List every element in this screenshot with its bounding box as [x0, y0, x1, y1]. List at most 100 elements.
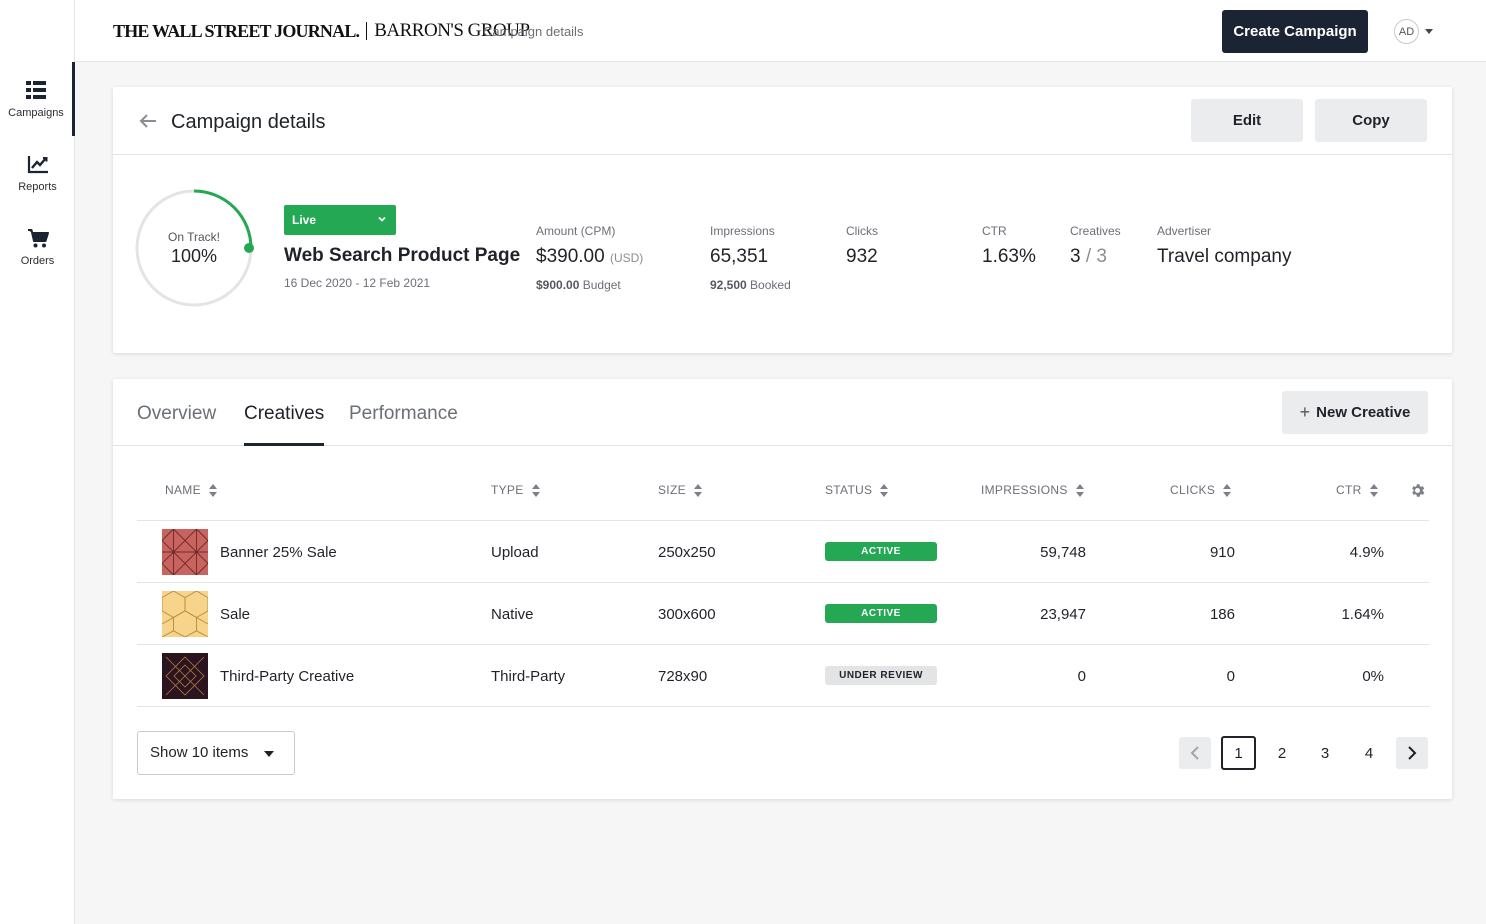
- page-button-3[interactable]: 3: [1309, 737, 1341, 769]
- status-dropdown-label: Live: [292, 213, 317, 227]
- gear-icon[interactable]: [1409, 482, 1426, 499]
- ring-value: 100%: [170, 246, 218, 266]
- sidebar-item-label: Reports: [18, 181, 57, 193]
- page-size-select[interactable]: Show 10 items: [137, 731, 295, 775]
- cell-size: 250x250: [658, 544, 716, 561]
- table-row[interactable]: Sale Native 300x600 ACTIVE 23,947 186 1.…: [137, 583, 1429, 645]
- cell-impressions: 0: [1077, 668, 1086, 685]
- campaign-dates: 16 Dec 2020 - 12 Feb 2021: [284, 276, 431, 290]
- status-badge: ACTIVE: [825, 604, 937, 623]
- active-tab-indicator: [244, 443, 324, 446]
- top-header: THE WALL STREET JOURNAL. BARRON'S GROUP …: [75, 0, 1486, 62]
- page-button-1[interactable]: 1: [1221, 736, 1256, 770]
- create-campaign-button[interactable]: Create Campaign: [1222, 10, 1368, 53]
- tabs-bar: Overview Creatives Performance + New Cre…: [113, 379, 1452, 446]
- column-header-label: CTR: [1336, 483, 1362, 497]
- cell-name: Sale: [220, 606, 251, 623]
- sort-icon: [1075, 483, 1085, 497]
- column-header-status[interactable]: STATUS: [825, 483, 889, 497]
- sort-icon: [693, 483, 703, 497]
- table-divider: [137, 706, 1429, 707]
- stat-value: 65,351: [710, 246, 769, 267]
- stat-label: Impressions: [710, 224, 775, 238]
- creative-thumbnail: [162, 653, 208, 699]
- stat-ctr: CTR 1.63%: [982, 224, 1036, 268]
- table-row[interactable]: Third-Party Creative Third-Party 728x90 …: [137, 645, 1429, 707]
- arrow-left-icon[interactable]: [139, 113, 157, 129]
- stat-label: Creatives: [1070, 224, 1121, 238]
- stat-value: $390.00 (USD): [536, 246, 643, 268]
- booked-value: 92,500: [710, 278, 747, 292]
- stat-advertiser: Advertiser Travel company: [1157, 224, 1291, 268]
- column-header-label: CLICKS: [1170, 483, 1216, 497]
- sort-icon: [531, 483, 541, 497]
- cell-impressions: 59,748: [1040, 544, 1086, 561]
- cell-name: Third-Party Creative: [220, 668, 355, 685]
- cell-size: 300x600: [658, 606, 716, 623]
- budget-value: $900.00: [536, 278, 580, 292]
- cell-type: Native: [491, 606, 534, 623]
- status-dropdown[interactable]: Live: [284, 205, 396, 235]
- column-header-label: IMPRESSIONS: [981, 483, 1068, 497]
- stat-label: Amount (CPM): [536, 224, 616, 238]
- stat-impressions: Impressions 65,351 92,500 Booked: [710, 224, 791, 292]
- next-page-button[interactable]: [1396, 737, 1428, 769]
- new-creative-button[interactable]: + New Creative: [1282, 391, 1428, 434]
- stat-value: Travel company: [1157, 246, 1292, 267]
- creatives-total: / 3: [1085, 246, 1107, 267]
- sidebar-item-label: Campaigns: [8, 107, 64, 119]
- creatives-count: 3: [1070, 246, 1081, 267]
- tab-creatives[interactable]: Creatives: [244, 403, 324, 425]
- campaign-summary-card: Campaign details Edit Copy On Track! 100…: [113, 87, 1452, 353]
- stat-value: 3 / 3: [1070, 246, 1121, 268]
- prev-page-button[interactable]: [1179, 737, 1211, 769]
- column-header-name[interactable]: NAME: [165, 483, 218, 497]
- chevron-right-icon: [1408, 746, 1417, 760]
- sidebar-item-label: Orders: [20, 255, 55, 267]
- stat-sub: $900.00 Budget: [536, 278, 643, 292]
- page-button-4[interactable]: 4: [1353, 737, 1385, 769]
- cart-icon: [27, 229, 49, 248]
- copy-button[interactable]: Copy: [1315, 99, 1427, 142]
- sort-icon: [208, 483, 218, 497]
- page-title: Campaign details: [171, 111, 326, 133]
- stat-value: 1.63%: [982, 246, 1036, 267]
- chart-icon: [27, 156, 48, 174]
- sidebar: Campaigns Reports Orders: [0, 0, 75, 924]
- cell-ctr: 0%: [1362, 668, 1384, 685]
- page-button-2[interactable]: 2: [1266, 737, 1298, 769]
- column-header-clicks[interactable]: CLICKS: [1170, 483, 1232, 497]
- column-header-label: NAME: [165, 483, 201, 497]
- cell-type: Third-Party: [491, 668, 566, 685]
- sidebar-item-orders[interactable]: Orders: [0, 210, 75, 284]
- status-badge: ACTIVE: [825, 542, 937, 561]
- stat-label: CTR: [982, 224, 1007, 238]
- column-header-label: SIZE: [658, 483, 686, 497]
- tab-performance[interactable]: Performance: [349, 403, 458, 425]
- chevron-down-icon: [378, 216, 386, 222]
- page-size-label: Show 10 items: [150, 744, 249, 761]
- sidebar-item-campaigns[interactable]: Campaigns: [0, 62, 75, 136]
- stat-creatives: Creatives 3 / 3: [1070, 224, 1121, 268]
- creative-thumbnail: [162, 529, 208, 575]
- logo[interactable]: THE WALL STREET JOURNAL. BARRON'S GROUP: [113, 20, 530, 42]
- cell-impressions: 23,947: [1040, 606, 1086, 623]
- creatives-card: Overview Creatives Performance + New Cre…: [113, 379, 1452, 799]
- cell-size: 728x90: [658, 668, 708, 685]
- column-header-size[interactable]: SIZE: [658, 483, 703, 497]
- new-creative-label: New Creative: [1316, 404, 1411, 421]
- stat-label: Clicks: [846, 224, 878, 238]
- sidebar-item-reports[interactable]: Reports: [0, 136, 75, 210]
- column-header-label: STATUS: [825, 483, 873, 497]
- stat-value: 932: [846, 246, 878, 267]
- avatar[interactable]: AD: [1394, 19, 1419, 44]
- column-header-type[interactable]: TYPE: [491, 483, 541, 497]
- caret-down-icon[interactable]: [1425, 29, 1433, 34]
- table-row[interactable]: Banner 25% Sale Upload 250x250 ACTIVE 59…: [137, 521, 1429, 583]
- amount-value: $390.00: [536, 246, 605, 267]
- column-header-impressions[interactable]: IMPRESSIONS: [981, 483, 1085, 497]
- column-header-ctr[interactable]: CTR: [1336, 483, 1379, 497]
- edit-button[interactable]: Edit: [1191, 99, 1303, 142]
- tab-overview[interactable]: Overview: [137, 403, 216, 425]
- cell-clicks: 910: [1209, 544, 1235, 561]
